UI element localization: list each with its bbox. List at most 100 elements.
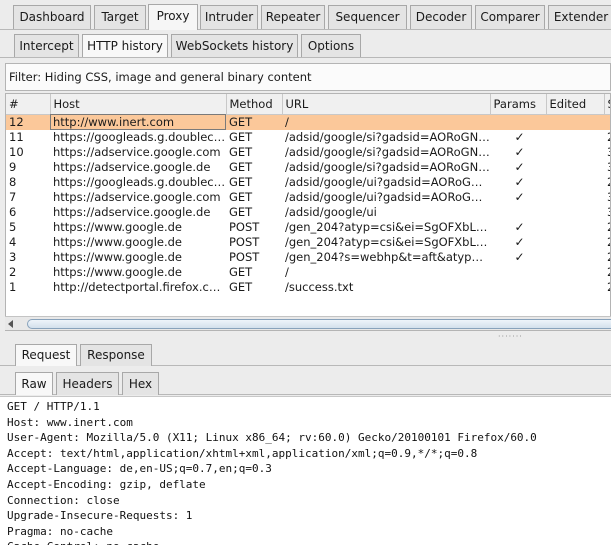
message-tab-bar: Request Response — [0, 342, 611, 366]
tab-request[interactable]: Request — [15, 344, 77, 366]
cell-method: GET — [226, 114, 282, 130]
tab-intercept[interactable]: Intercept — [14, 34, 79, 57]
cell-edited — [546, 114, 604, 130]
tab-hex[interactable]: Hex — [122, 372, 159, 395]
cell-status: 3 — [604, 145, 610, 160]
cell-method: POST — [229, 234, 260, 249]
table-row[interactable]: 1 http://detectportal.firefox.com GET/succ… — [6, 279, 610, 295]
cell-edited — [546, 145, 604, 160]
table-header-row: # Host Method URL Params Edited S — [6, 94, 610, 115]
proxy-tab-bar: Intercept HTTP history WebSockets histor… — [0, 31, 611, 58]
cell-edited — [546, 190, 604, 205]
cell-method: GET — [229, 279, 253, 294]
cell-status: 2 — [604, 130, 610, 145]
splitter-grip-icon: ······· — [498, 332, 523, 341]
table-row[interactable]: 3 https://www.google.de POST/gen_204?s=web… — [6, 249, 610, 265]
cell-status: 3 — [604, 160, 610, 175]
tab-sequencer[interactable]: Sequencer — [328, 5, 407, 29]
tab-raw[interactable]: Raw — [15, 372, 53, 395]
table-horizontal-scrollbar[interactable] — [5, 316, 611, 330]
column-header-url[interactable]: URL — [282, 94, 491, 115]
raw-request-line: Connection: close — [7, 493, 120, 507]
cell-params: ✓ — [514, 219, 525, 234]
column-header-status[interactable]: S — [604, 94, 610, 115]
cell-url: / — [285, 264, 289, 279]
column-header-number[interactable]: # — [6, 94, 51, 115]
column-header-method[interactable]: Method — [226, 94, 283, 115]
tab-decoder[interactable]: Decoder — [410, 5, 472, 29]
table-row[interactable]: 11 https://googleads.g.doubleclick.netGET… — [6, 129, 610, 145]
cell-edited — [546, 160, 604, 175]
cell-host: https://adservice.google.com — [53, 189, 221, 204]
table-row[interactable]: 9 https://adservice.google.de GET/adsid/go… — [6, 159, 610, 175]
cell-method: GET — [229, 129, 253, 144]
table-row[interactable]: 8 https://googleads.g.doubleclick.netGET /… — [6, 174, 610, 190]
raw-request-editor[interactable]: GET / HTTP/1.1 Host: www.inert.com User-Ag… — [0, 396, 611, 545]
column-header-params[interactable]: Params — [490, 94, 547, 115]
cell-url: /adsid/google/si?gadsid=AORoGNRr — [285, 144, 490, 159]
cell-status: 2 — [604, 175, 610, 190]
cell-edited — [546, 235, 604, 250]
tab-dashboard[interactable]: Dashboard — [13, 5, 91, 29]
tab-options[interactable]: Options — [301, 34, 361, 57]
cell-url: /success.txt — [285, 279, 354, 294]
cell-url: /adsid/google/ui?gadsid=AORoGNRr — [285, 189, 490, 204]
tab-comparer[interactable]: Comparer — [475, 5, 545, 29]
cell-number: 2 — [9, 264, 17, 279]
cell-edited — [546, 220, 604, 235]
tab-repeater[interactable]: Repeater — [261, 5, 325, 29]
cell-host: http://detectportal.firefox.com — [53, 279, 226, 294]
cell-url: /adsid/google/ui?gadsid=AORoGNRr — [285, 174, 490, 189]
cell-status: 2 — [604, 280, 610, 295]
table-row[interactable]: 7 https://adservice.google.com GET/adsid/g… — [6, 189, 610, 205]
cell-status: 2 — [604, 265, 610, 280]
cell-number: 9 — [9, 159, 17, 174]
cell-number: 8 — [9, 174, 17, 189]
column-header-host[interactable]: Host — [50, 94, 227, 115]
cell-params: ✓ — [514, 189, 525, 204]
cell-url: /gen_204?atyp=csi&ei=SgOFXbLxAa — [285, 219, 490, 234]
cell-url: /gen_204?atyp=csi&ei=SgOFXbLxAa — [285, 234, 490, 249]
table-row[interactable]: 4 https://www.google.de POST/gen_204?atyp=… — [6, 234, 610, 250]
tab-proxy[interactable]: Proxy — [148, 4, 198, 30]
cell-params — [490, 265, 546, 280]
scroll-left-arrow-icon[interactable] — [8, 320, 13, 328]
cell-edited — [546, 280, 604, 295]
cell-host: https://adservice.google.de — [53, 204, 211, 219]
table-row[interactable]: 2 https://www.google.de GET / 2 — [6, 264, 610, 280]
tab-http-history[interactable]: HTTP history — [82, 34, 168, 57]
table-row[interactable]: 5 https://www.google.de POST/gen_204?atyp=… — [6, 219, 610, 235]
tab-websockets-history[interactable]: WebSockets history — [171, 34, 298, 57]
table-row[interactable]: 6 https://adservice.google.de GET/adsid/go… — [6, 204, 610, 220]
cell-method: POST — [229, 249, 260, 264]
scrollbar-thumb[interactable] — [27, 319, 611, 329]
tab-target[interactable]: Target — [94, 5, 146, 29]
cell-status: 2 — [604, 250, 610, 265]
cell-edited — [546, 250, 604, 265]
raw-request-line: Accept: text/html,application/xhtml+xml,… — [7, 446, 478, 460]
cell-url: / — [282, 114, 490, 130]
table-row[interactable]: 10 https://adservice.google.com GET/adsid/… — [6, 144, 610, 160]
tab-headers[interactable]: Headers — [56, 372, 119, 395]
tab-intruder[interactable]: Intruder — [200, 5, 258, 29]
tab-extender[interactable]: Extender — [548, 5, 611, 29]
http-history-table: # Host Method URL Params Edited S 12http… — [5, 93, 611, 331]
cell-method: GET — [229, 204, 253, 219]
table-row[interactable]: 12 http://www.inert.com GET / — [6, 114, 610, 130]
cell-number: 4 — [9, 234, 17, 249]
cell-url: /gen_204?s=webhp&t=aft&atyp=csi — [285, 249, 490, 264]
cell-edited — [546, 205, 604, 220]
cell-host: https://googleads.g.doubleclick.net — [53, 129, 226, 144]
cell-params: ✓ — [514, 249, 525, 264]
cell-status: 2 — [604, 220, 610, 235]
cell-params — [490, 205, 546, 220]
cell-number: 1 — [9, 279, 17, 294]
column-header-edited[interactable]: Edited — [546, 94, 605, 115]
cell-host: https://www.google.de — [53, 264, 183, 279]
pane-splitter[interactable]: ······· — [0, 332, 611, 341]
cell-status: 2 — [604, 235, 610, 250]
filter-bar[interactable]: Filter: Hiding CSS, image and general bi… — [5, 63, 611, 91]
cell-url: /adsid/google/ui — [285, 204, 377, 219]
tab-response[interactable]: Response — [80, 344, 152, 366]
cell-params: ✓ — [514, 174, 525, 189]
